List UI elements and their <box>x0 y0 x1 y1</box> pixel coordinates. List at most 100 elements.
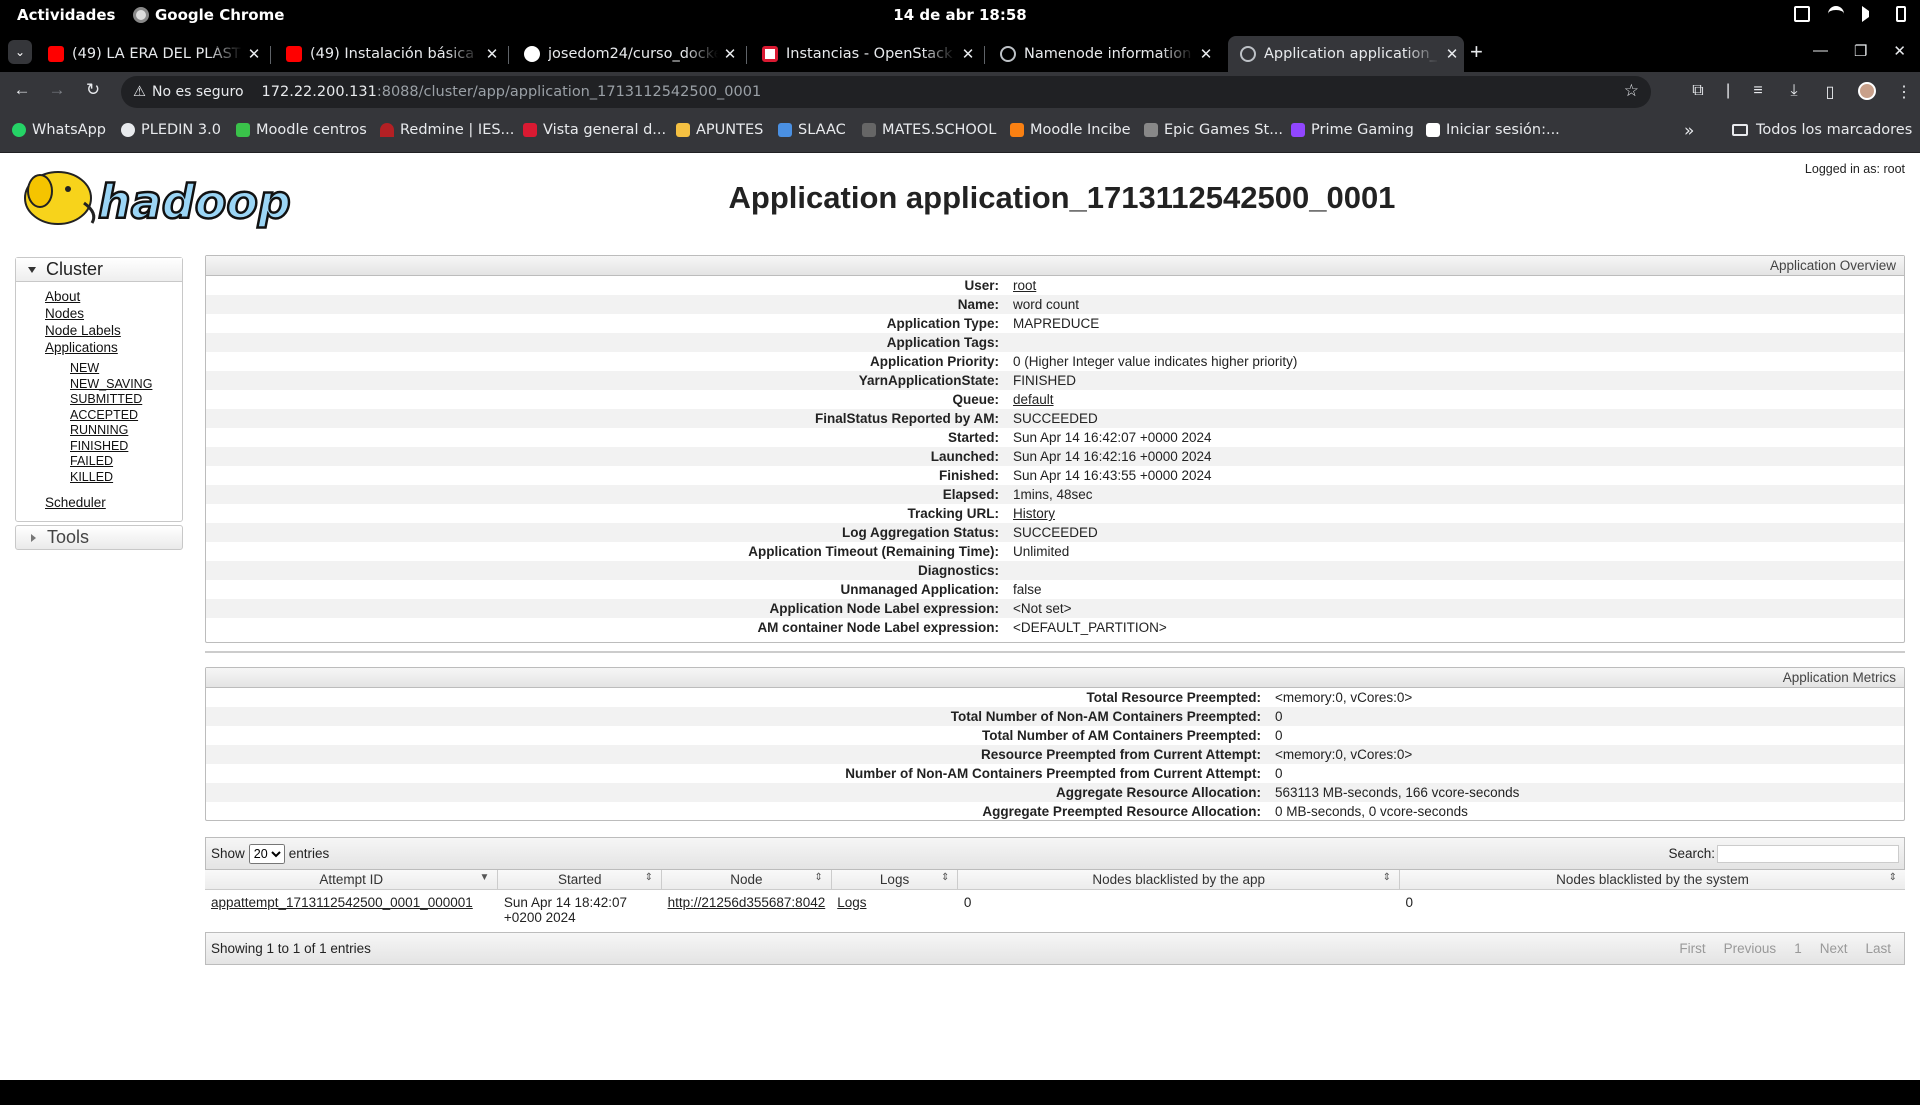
volume-icon[interactable] <box>1862 6 1878 22</box>
col-logs[interactable]: Logs ⇕ <box>831 870 959 890</box>
downloads-icon[interactable]: ⤓ <box>1786 82 1802 102</box>
pager-previous[interactable]: Previous <box>1724 941 1777 956</box>
tab-application-active[interactable]: Application application_ ✕ <box>1228 36 1464 72</box>
field-label: Unmanaged Application: <box>840 582 999 597</box>
close-icon[interactable]: ✕ <box>242 45 266 63</box>
address-bar[interactable]: ⚠ No es seguro 172.22.200.131:8088/clust… <box>121 76 1651 108</box>
close-icon[interactable]: ✕ <box>718 45 742 63</box>
tab-namenode[interactable]: Namenode information ✕ <box>988 36 1218 72</box>
blacklist-app-value: 0 <box>963 894 972 910</box>
state-link-failed[interactable]: FAILED <box>70 454 182 470</box>
nav-link-applications[interactable]: Applications <box>45 339 182 356</box>
logs-link[interactable]: Logs <box>831 889 958 930</box>
tab-youtube-1[interactable]: (49) LA ERA DEL PLÁSTICO ✕ <box>36 36 266 72</box>
state-link-new-saving[interactable]: NEW_SAVING <box>70 377 182 393</box>
bookmark-iniciar-sesion[interactable]: Iniciar sesión:... <box>1426 122 1560 138</box>
close-icon[interactable]: ✕ <box>956 45 980 63</box>
entries-label: entries <box>288 846 330 861</box>
pager-last[interactable]: Last <box>1865 941 1891 956</box>
bookmark-mates-school[interactable]: MATES.SCHOOL <box>862 122 996 138</box>
bookmark-vista-general[interactable]: Vista general d... <box>523 122 666 138</box>
state-link-submitted[interactable]: SUBMITTED <box>70 392 182 408</box>
close-window-icon[interactable]: ✕ <box>1893 42 1906 60</box>
close-icon[interactable]: ✕ <box>1440 45 1464 63</box>
bookmark-pledin[interactable]: PLEDIN 3.0 <box>121 122 221 138</box>
close-icon[interactable]: ✕ <box>1194 45 1218 63</box>
bookmark-star-icon[interactable]: ☆ <box>1624 81 1639 101</box>
state-link-accepted[interactable]: ACCEPTED <box>70 408 182 424</box>
all-bookmarks-folder[interactable]: Todos los marcadores <box>1732 122 1912 138</box>
page-size-select[interactable]: 20 <box>248 843 285 864</box>
field-value-link[interactable]: History <box>999 504 1904 523</box>
field-value-link[interactable]: default <box>999 390 1904 409</box>
clipboard-icon[interactable] <box>1794 6 1810 22</box>
activities-button[interactable]: Actividades <box>17 6 115 24</box>
extensions-icon[interactable]: ⧉ <box>1690 82 1706 102</box>
bookmark-prime-gaming[interactable]: Prime Gaming <box>1291 122 1414 138</box>
media-controls-icon[interactable]: ≡ <box>1750 82 1766 102</box>
restore-icon[interactable]: ❐ <box>1854 42 1867 60</box>
col-blacklist-system[interactable]: Nodes blacklisted by the system ⇕ <box>1399 870 1905 890</box>
reload-icon[interactable]: ↻ <box>81 80 105 100</box>
new-tab-button[interactable]: + <box>1470 40 1483 64</box>
security-chip[interactable]: ⚠ No es seguro <box>131 84 252 100</box>
bookmark-apuntes[interactable]: APUNTES <box>676 122 763 138</box>
tab-youtube-2[interactable]: (49) Instalación básica de ✕ <box>274 36 504 72</box>
field-value: 1mins, 48sec <box>1013 487 1093 502</box>
nav-link-nodes[interactable]: Nodes <box>45 305 182 322</box>
bookmark-moodle-incibe[interactable]: Moodle Incibe <box>1010 122 1131 138</box>
state-link-running[interactable]: RUNNING <box>70 423 182 439</box>
wifi-icon[interactable] <box>1828 6 1844 22</box>
bookmark-moodle-centros[interactable]: Moodle centros <box>236 122 367 138</box>
tab-github[interactable]: josedom24/curso_docker ✕ <box>512 36 742 72</box>
pagination: First Previous 1 Next Last <box>1679 941 1899 956</box>
battery-icon[interactable] <box>1896 6 1906 22</box>
col-started[interactable]: Started ⇕ <box>497 870 663 890</box>
state-link-new[interactable]: NEW <box>70 361 182 377</box>
bookmark-epic-games[interactable]: Epic Games St... <box>1144 122 1283 138</box>
bookmark-slaac[interactable]: SLAAC <box>778 122 846 138</box>
menu-kebab-icon[interactable]: ⋮ <box>1896 82 1912 102</box>
cluster-nav-header[interactable]: Cluster <box>16 258 182 282</box>
side-panel-icon[interactable]: ▯ <box>1822 82 1838 102</box>
col-attempt-id[interactable]: Attempt ID ▼ <box>205 870 499 890</box>
col-blacklist-app[interactable]: Nodes blacklisted by the app ⇕ <box>957 870 1401 890</box>
attempt-id-link[interactable]: appattempt_1713112542500_0001_000001 <box>205 889 498 930</box>
nav-link-scheduler[interactable]: Scheduler <box>45 494 182 511</box>
clock[interactable]: 14 de abr 18:58 <box>893 6 1026 24</box>
field-label: Name: <box>957 297 999 312</box>
bookmark-whatsapp[interactable]: WhatsApp <box>12 122 106 138</box>
pager-next[interactable]: Next <box>1820 941 1848 956</box>
nav-link-about[interactable]: About <box>45 288 182 305</box>
pager-first[interactable]: First <box>1679 941 1705 956</box>
bookmark-redmine[interactable]: Redmine | IES... <box>380 122 514 138</box>
close-icon[interactable]: ✕ <box>480 45 504 63</box>
field-value: Sun Apr 14 16:42:16 +0000 2024 <box>1013 449 1212 464</box>
app-menu[interactable]: Google Chrome <box>133 6 284 24</box>
started-line-2: +0200 2024 <box>503 909 576 925</box>
profile-avatar[interactable] <box>1858 82 1876 100</box>
forward-icon[interactable]: → <box>45 80 69 100</box>
nav-link-node-labels[interactable]: Node Labels <box>45 322 182 339</box>
tools-nav-header[interactable]: Tools <box>15 525 183 550</box>
node-link[interactable]: http://21256d355687:8042 <box>662 889 832 930</box>
slack-icon <box>778 123 792 137</box>
overview-row: Application Node Label expression: <Not s… <box>206 599 1904 618</box>
field-label: AM container Node Label expression: <box>757 620 999 635</box>
back-icon[interactable]: ← <box>10 80 34 100</box>
field-value: MAPREDUCE <box>1013 316 1100 331</box>
field-value: word count <box>1013 297 1080 312</box>
pager-page-1[interactable]: 1 <box>1794 941 1802 956</box>
field-label: Diagnostics: <box>917 563 999 578</box>
tab-search-button[interactable]: ⌄ <box>8 40 32 64</box>
search-input[interactable] <box>1717 844 1899 863</box>
tab-openstack[interactable]: Instancias - OpenStack D ✕ <box>750 36 980 72</box>
system-tray[interactable] <box>1794 6 1906 22</box>
chrome-icon <box>133 7 149 23</box>
state-link-finished[interactable]: FINISHED <box>70 439 182 455</box>
col-node[interactable]: Node ⇕ <box>661 870 832 890</box>
minimize-icon[interactable]: — <box>1813 42 1828 60</box>
field-value-link[interactable]: root <box>999 276 1904 295</box>
more-bookmarks-icon[interactable]: » <box>1684 121 1694 141</box>
state-link-killed[interactable]: KILLED <box>70 470 182 486</box>
